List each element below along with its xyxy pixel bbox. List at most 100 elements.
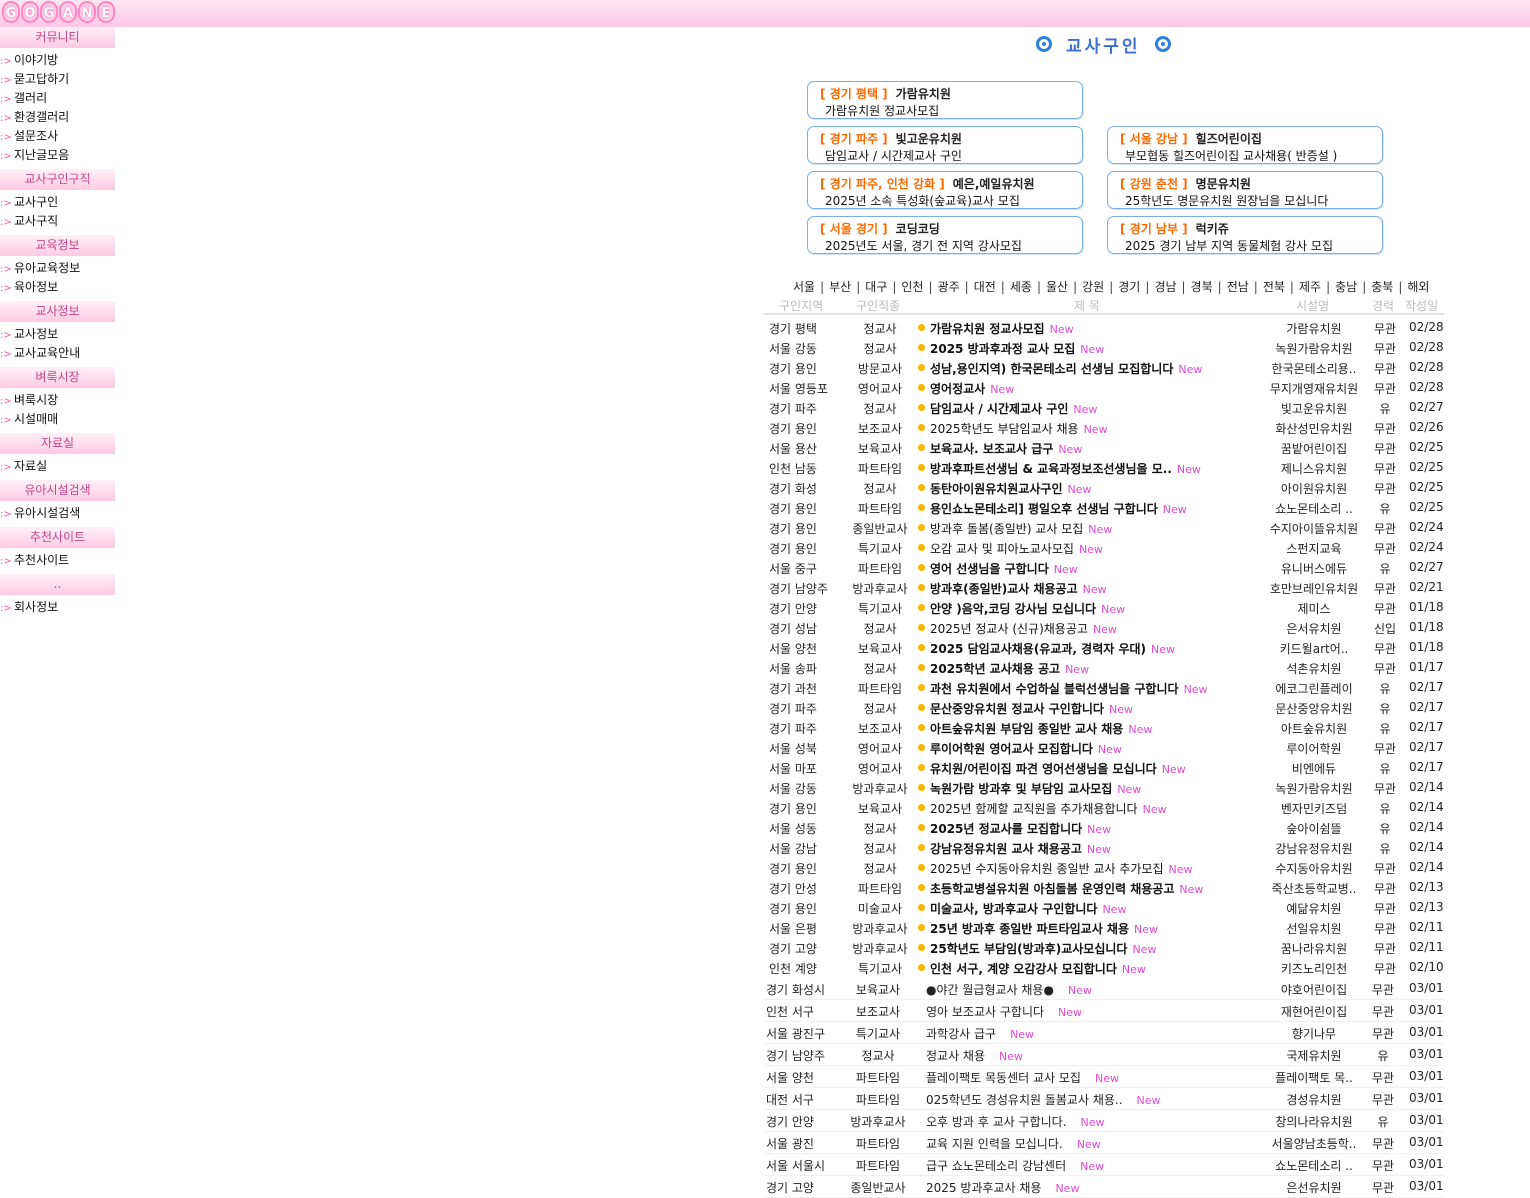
featured-ad-box[interactable]: [ 경기 파주 ] 빛고운유치원 담임교사 / 시간제교사 구인 <box>807 126 1083 164</box>
cell-title-link[interactable]: 2025 방과후과정 교사 모집 New <box>930 340 1104 357</box>
sidebar-item[interactable]: :> 환경갤러리 <box>0 108 115 127</box>
cell-title-link[interactable]: 방과후(종일반)교사 채용공고 New <box>930 580 1107 597</box>
sidebar-item[interactable]: :> 묻고답하기 <box>0 70 115 89</box>
sidebar-item[interactable]: :> 교사구직 <box>0 212 115 231</box>
featured-ad-box[interactable]: [ 경기 남부 ] 럭키쥬 2025 경기 남부 지역 동물체험 강사 모집 <box>1107 216 1383 254</box>
region-link[interactable]: 세종 <box>1010 280 1032 294</box>
cell-facility: 스펀지교육 <box>1286 542 1342 556</box>
sidebar-item[interactable]: :> 설문조사 <box>0 127 115 146</box>
featured-ad-box[interactable]: [ 강원 춘천 ] 명문유치원 25학년도 명문유치원 원장님을 모십니다 <box>1107 171 1383 209</box>
cell-career: 무관 <box>1371 1071 1395 1085</box>
region-link[interactable]: 경북 <box>1191 280 1213 294</box>
cell-type: 미술교사 <box>857 902 903 916</box>
region-link[interactable]: 울산 <box>1046 280 1068 294</box>
featured-ad-box[interactable]: [ 서울 강남 ] 힐즈어린이집 부모협동 힐즈어린이집 교사채용( 반증설 ) <box>1107 126 1383 164</box>
cell-title-link[interactable]: 미술교사, 방과후교사 구인합니다 New <box>930 900 1126 917</box>
cell-title-link[interactable]: 아트숲유치원 부담임 종일반 교사 채용 New <box>930 720 1152 737</box>
cell-title-link[interactable]: 2025년 수지동아유치원 종일반 교사 추가모집 New <box>930 860 1192 877</box>
sidebar-item[interactable]: :> 교사정보 <box>0 325 115 344</box>
cell-title-link[interactable]: 보육교사. 보조교사 급구 New <box>930 440 1082 457</box>
cell-title-link[interactable]: 25년 방과후 종일반 파트타임교사 채용 New <box>930 920 1158 937</box>
cell-title-link[interactable]: ●야간 월급형교사 채용● New <box>926 981 1092 998</box>
region-link[interactable]: 충북 <box>1371 280 1393 294</box>
cell-title-link[interactable]: 안양 )음악,코딩 강사님 모십니다 New <box>930 600 1125 617</box>
cell-title-link[interactable]: 용인쇼노몬테소리] 평일오후 선생님 구합니다 New <box>930 500 1187 517</box>
region-link[interactable]: 부산 <box>829 280 851 294</box>
sidebar-item[interactable]: :> 이야기방 <box>0 51 115 70</box>
new-badge: New <box>1010 1028 1035 1041</box>
new-badge: New <box>1117 783 1142 796</box>
sidebar-item[interactable]: :> 벼룩시장 <box>0 391 115 410</box>
cell-title-link[interactable]: 플레이팩토 목동센터 교사 모집 New <box>926 1069 1119 1086</box>
cell-title-link[interactable]: 인천 서구, 계양 오감강사 모집합니다 New <box>930 960 1146 977</box>
cell-title-link[interactable]: 문산중앙유치원 정교사 구인합니다 New <box>930 700 1133 717</box>
cell-title-link[interactable]: 녹원가람 방과후 및 부담임 교사모집 New <box>930 780 1141 797</box>
sidebar-item-label: 갤러리 <box>14 91 48 105</box>
cell-title-link[interactable]: 초등학교병설유치원 아침돌봄 운영인력 채용공고 New <box>930 880 1203 897</box>
region-link[interactable]: 경남 <box>1154 280 1176 294</box>
cell-facility: 플레이팩토 목.. <box>1275 1071 1353 1085</box>
cell-title-link[interactable]: 2025학년도 부담임교사 채용 New <box>930 420 1108 437</box>
cell-title-link[interactable]: 정교사 채용 New <box>926 1047 1023 1064</box>
new-badge: New <box>1132 943 1157 956</box>
cell-title-link[interactable]: 2025년 함께할 교직원을 추가채용합니다 New <box>930 800 1167 817</box>
region-link[interactable]: 광주 <box>938 280 960 294</box>
sidebar-item[interactable]: :> 자료실 <box>0 457 115 476</box>
sidebar-item[interactable]: :> 육아정보 <box>0 278 115 297</box>
new-badge: New <box>1087 823 1112 836</box>
region-link[interactable]: 대전 <box>974 280 996 294</box>
cell-title-link[interactable]: 2025학년 교사채용 공고 New <box>930 660 1089 677</box>
sidebar-item[interactable]: :> 시설매매 <box>0 410 115 429</box>
region-link[interactable]: 전북 <box>1263 280 1285 294</box>
cell-title-link[interactable]: 2025년 정교사 (신규)채용공고 New <box>930 620 1117 637</box>
featured-ad-box[interactable]: [ 서울 경기 ] 코딩코딩 2025년도 서울, 경기 전 지역 강사모집 <box>807 216 1083 254</box>
sidebar-item[interactable]: :> 교사교육안내 <box>0 344 115 363</box>
region-link[interactable]: 대구 <box>865 280 887 294</box>
cell-title-link[interactable]: 오감 교사 및 피아노교사모집 New <box>930 540 1103 557</box>
region-link[interactable]: 강원 <box>1082 280 1104 294</box>
region-link[interactable]: 해외 <box>1407 280 1429 294</box>
region-link[interactable]: 충남 <box>1335 280 1357 294</box>
cell-title-link[interactable]: 방과후파트선생님 & 교육과정보조선생님을 모.. New <box>930 460 1201 477</box>
sidebar-item[interactable]: :> 추천사이트 <box>0 551 115 570</box>
cell-title-link[interactable]: 과천 유치원에서 수업하실 블럭선생님을 구합니다 New <box>930 680 1208 697</box>
sidebar-item[interactable]: :> 지난글모음 <box>0 146 115 165</box>
featured-region: [ 경기 남부 ] <box>1120 222 1188 236</box>
region-link[interactable]: 경기 <box>1118 280 1140 294</box>
cell-title-link[interactable]: 급구 쇼노몬테소리 강남센터 New <box>926 1157 1104 1174</box>
cell-title-link[interactable]: 성남,용인지역) 한국몬테소리 선생님 모집합니다 New <box>930 360 1202 377</box>
region-link[interactable]: 서울 <box>793 280 815 294</box>
cell-title-link[interactable]: 025학년도 경성유치원 돌봄교사 채용.. New <box>926 1091 1161 1108</box>
sidebar-item[interactable]: :> 교사구인 <box>0 193 115 212</box>
site-logo[interactable]: GOGANE <box>2 1 116 25</box>
sidebar-item[interactable]: :> 유아시설검색 <box>0 504 115 523</box>
cell-title-link[interactable]: 담임교사 / 시간제교사 구인 New <box>930 400 1097 417</box>
cell-title-link[interactable]: 오후 방과 후 교사 구합니다. New <box>926 1113 1105 1130</box>
new-badge: New <box>1065 663 1090 676</box>
region-link[interactable]: 인천 <box>901 280 923 294</box>
cell-title-link[interactable]: 유치원/어린이집 파견 영어선생님을 모십니다 New <box>930 760 1186 777</box>
sidebar-item[interactable]: :> 유아교육정보 <box>0 259 115 278</box>
cell-title-link[interactable]: 가람유치원 정교사모집 New <box>930 320 1074 337</box>
cell-title-link[interactable]: 25학년도 부담임(방과후)교사모십니다 New <box>930 940 1156 957</box>
table-header: 구인지역 구인직종 제 목 시설명 경력 작성일 <box>764 297 1444 315</box>
cell-date: 02/17 <box>1409 700 1444 714</box>
cell-title-link[interactable]: 방과후 돌봄(종일반) 교사 모집 New <box>930 520 1112 537</box>
cell-title-link[interactable]: 동탄아이원유치원교사구인 New <box>930 480 1091 497</box>
cell-title-link[interactable]: 교육 지원 인력을 모십니다. New <box>926 1135 1101 1152</box>
featured-ad-box[interactable]: [ 경기 평택 ] 가람유치원 가람유치원 정교사모집 <box>807 81 1083 119</box>
cell-title-link[interactable]: 2025 담임교사채용(유교과, 경력자 우대) New <box>930 640 1175 657</box>
cell-title-link[interactable]: 강남유정유치원 교사 채용공고 New <box>930 840 1111 857</box>
sidebar-item[interactable]: :> 회사정보 <box>0 598 115 617</box>
featured-ad-box[interactable]: [ 경기 파주, 인천 강화 ] 예은,예일유치원 2025년 소속 특성화(숲교육… <box>807 171 1083 209</box>
region-link[interactable]: 전남 <box>1227 280 1249 294</box>
cell-title-link[interactable]: 루이어학원 영어교사 모집합니다 New <box>930 740 1122 757</box>
cell-title-link[interactable]: 영아 보조교사 구합니다 New <box>926 1003 1082 1020</box>
sidebar-item[interactable]: :> 갤러리 <box>0 89 115 108</box>
cell-title-link[interactable]: 영어 선생님을 구합니다 New <box>930 560 1078 577</box>
cell-title-link[interactable]: 2025년 정교사를 모집합니다 New <box>930 820 1111 837</box>
region-link[interactable]: 제주 <box>1299 280 1321 294</box>
cell-title-link[interactable]: 2025 방과후교사 채용 New <box>926 1179 1079 1196</box>
cell-title-link[interactable]: 과학강사 급구 New <box>926 1025 1034 1042</box>
cell-title-link[interactable]: 영어정교사 New <box>930 380 1014 397</box>
